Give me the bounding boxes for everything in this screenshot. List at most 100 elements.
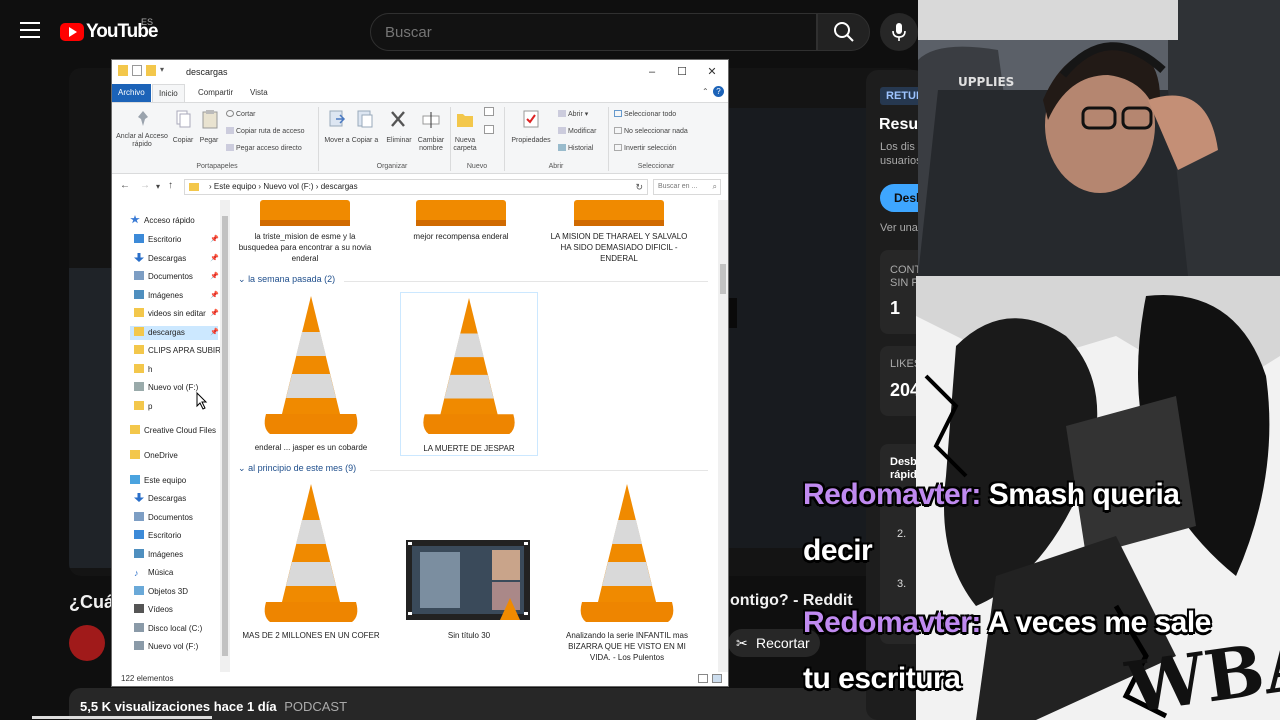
- panel-button[interactable]: Desb: [880, 184, 923, 212]
- tab-inicio[interactable]: Inicio: [152, 84, 185, 102]
- nav-item-clips[interactable]: CLIPS APRA SUBIR: [134, 344, 221, 358]
- recent-locations-icon[interactable]: ▾: [156, 182, 160, 191]
- podcast-tag[interactable]: PODCAST: [284, 699, 347, 714]
- menu-icon[interactable]: [20, 22, 40, 40]
- cube-icon: [134, 586, 144, 595]
- paste-button[interactable]: Pegar: [194, 137, 224, 145]
- nav-quick-access[interactable]: Acceso rápido: [130, 214, 195, 228]
- paste-shortcut-button[interactable]: Pegar acceso directo: [226, 144, 302, 152]
- cut-button[interactable]: Cortar: [226, 110, 255, 118]
- nav-item-p[interactable]: p: [134, 400, 152, 414]
- maximize-button[interactable]: ☐: [668, 63, 696, 81]
- up-arrow-icon[interactable]: ↑: [168, 180, 173, 191]
- search-bar[interactable]: [370, 13, 817, 51]
- new-folder-icon[interactable]: [146, 65, 156, 76]
- nav-pc-documentos[interactable]: Documentos: [134, 511, 193, 525]
- breadcrumb-nuevo-vol[interactable]: Nuevo vol (F:): [263, 182, 313, 191]
- nav-item-videos-sin-editar[interactable]: videos sin editar: [134, 307, 206, 321]
- nav-pc-objetos-3d[interactable]: Objetos 3D: [134, 585, 188, 599]
- search-button[interactable]: [817, 13, 870, 51]
- new-item-icon[interactable]: [484, 107, 494, 116]
- breadcrumb-este-equipo[interactable]: Este equipo: [214, 182, 256, 191]
- minimize-button[interactable]: –: [638, 63, 666, 81]
- tab-vista[interactable]: Vista: [244, 84, 274, 102]
- select-all-button[interactable]: Seleccionar todo: [614, 110, 676, 118]
- copy-path-icon: [226, 127, 234, 134]
- select-none-button[interactable]: No seleccionar nada: [614, 127, 688, 135]
- history-button[interactable]: Historial: [558, 144, 593, 152]
- voice-search-button[interactable]: [880, 13, 918, 51]
- page-scrollbar[interactable]: [32, 716, 212, 719]
- panel-subtitle: Los dis usuarios: [880, 140, 922, 168]
- file-item[interactable]: mejor recompensa enderal: [392, 200, 530, 266]
- file-item[interactable]: Analizando la serie INFANTIL mas BIZARRA…: [558, 480, 696, 662]
- nav-pc-disco-c[interactable]: Disco local (C:): [134, 622, 202, 636]
- move-to-button[interactable]: Mover a: [322, 137, 352, 145]
- nav-onedrive[interactable]: OneDrive: [130, 449, 178, 463]
- modify-button[interactable]: Modificar: [558, 127, 596, 135]
- file-explorer-window[interactable]: ▾ descargas – ☐ ✕ Archivo Inicio Compart…: [111, 59, 729, 687]
- file-item[interactable]: Sin título 30: [400, 480, 538, 660]
- forward-arrow-icon[interactable]: →: [140, 180, 150, 191]
- easy-access-icon[interactable]: [484, 125, 494, 134]
- file-item[interactable]: MAS DE 2 MILLONES EN UN COFER: [242, 480, 380, 660]
- nav-pc-musica[interactable]: ♪ Música: [134, 566, 173, 580]
- nav-item-imagenes[interactable]: Imágenes: [134, 289, 183, 303]
- help-icon[interactable]: ?: [713, 86, 724, 97]
- panel-link[interactable]: Ver una: [880, 222, 918, 234]
- select-all-label: Seleccionar todo: [624, 111, 677, 118]
- title-bar[interactable]: ▾ descargas – ☐ ✕: [112, 60, 728, 84]
- address-bar[interactable]: › Este equipo › Nuevo vol (F:) › descarg…: [184, 179, 648, 195]
- close-button[interactable]: ✕: [698, 63, 726, 81]
- group-header-last-week[interactable]: ⌄ la semana pasada (2): [238, 274, 335, 285]
- file-item[interactable]: LA MISION DE THARAEL Y SALVALO HA SIDO D…: [550, 200, 688, 266]
- copy-path-button[interactable]: Copiar ruta de acceso: [226, 127, 304, 135]
- file-item-selected[interactable]: LA MUERTE DE JESPAR: [400, 292, 538, 456]
- refresh-icon[interactable]: ↻: [635, 180, 643, 194]
- nav-pc-nuevo-vol[interactable]: Nuevo vol (F:): [134, 640, 198, 654]
- file-item[interactable]: enderal ... jasper es un cobarde: [242, 292, 380, 456]
- nav-creative-cloud[interactable]: Creative Cloud Files: [130, 424, 216, 438]
- properties-icon[interactable]: [132, 65, 142, 76]
- new-folder-button[interactable]: Nueva carpeta: [448, 137, 482, 153]
- nav-item-descargas-folder[interactable]: descargas: [130, 326, 218, 340]
- delete-button[interactable]: Eliminar: [382, 137, 416, 145]
- select-none-label: No seleccionar nada: [624, 128, 688, 135]
- nav-item-documentos[interactable]: Documentos: [134, 270, 193, 284]
- ribbon-collapse-icon[interactable]: ⌃: [702, 87, 709, 96]
- copy-to-button[interactable]: Copiar a: [350, 137, 380, 145]
- nav-label: Documentos: [148, 272, 193, 281]
- nav-item-escritorio[interactable]: Escritorio: [134, 233, 181, 247]
- open-button[interactable]: Abrir ▾: [558, 110, 588, 118]
- details-view-icon[interactable]: [698, 674, 708, 683]
- group-header-this-month[interactable]: ⌄ al principio de este mes (9): [238, 463, 356, 474]
- tab-archivo[interactable]: Archivo: [112, 84, 151, 102]
- nav-este-equipo[interactable]: Este equipo: [130, 474, 186, 488]
- invert-selection-button[interactable]: Invertir selección: [614, 144, 677, 152]
- nav-item-nuevo-vol[interactable]: Nuevo vol (F:): [134, 381, 198, 395]
- nav-pc-imagenes[interactable]: Imágenes: [134, 548, 183, 562]
- nav-label: p: [148, 402, 153, 411]
- properties-button[interactable]: Propiedades: [508, 137, 554, 145]
- back-arrow-icon[interactable]: ←: [120, 180, 130, 191]
- content-scroll-thumb[interactable]: [720, 264, 726, 294]
- nav-pc-videos[interactable]: Vídeos: [134, 603, 173, 617]
- breadcrumb-descargas[interactable]: descargas: [321, 182, 358, 191]
- file-item[interactable]: la triste_mision de esme y la busquedea …: [236, 200, 374, 266]
- nav-pc-descargas[interactable]: Descargas: [134, 492, 186, 506]
- nav-item-h[interactable]: h: [134, 363, 152, 377]
- channel-avatar[interactable]: [69, 625, 105, 661]
- rename-button[interactable]: Cambiar nombre: [414, 137, 448, 153]
- customize-qat-icon[interactable]: ▾: [160, 65, 164, 76]
- search-input[interactable]: [385, 24, 785, 41]
- tab-compartir[interactable]: Compartir: [192, 84, 239, 102]
- large-icons-view-icon[interactable]: [712, 674, 722, 683]
- explorer-search[interactable]: Buscar en ... ⌕: [653, 179, 721, 195]
- chat-text: decir: [803, 534, 873, 567]
- group-divider: [370, 470, 708, 471]
- panel-subtitle-line: Los dis: [880, 141, 915, 153]
- nav-pc-escritorio[interactable]: Escritorio: [134, 529, 181, 543]
- pin-quick-access-button[interactable]: Anclar al Acceso rápido: [114, 133, 170, 149]
- nav-item-descargas[interactable]: Descargas: [134, 252, 186, 266]
- nav-scroll-thumb[interactable]: [222, 216, 228, 656]
